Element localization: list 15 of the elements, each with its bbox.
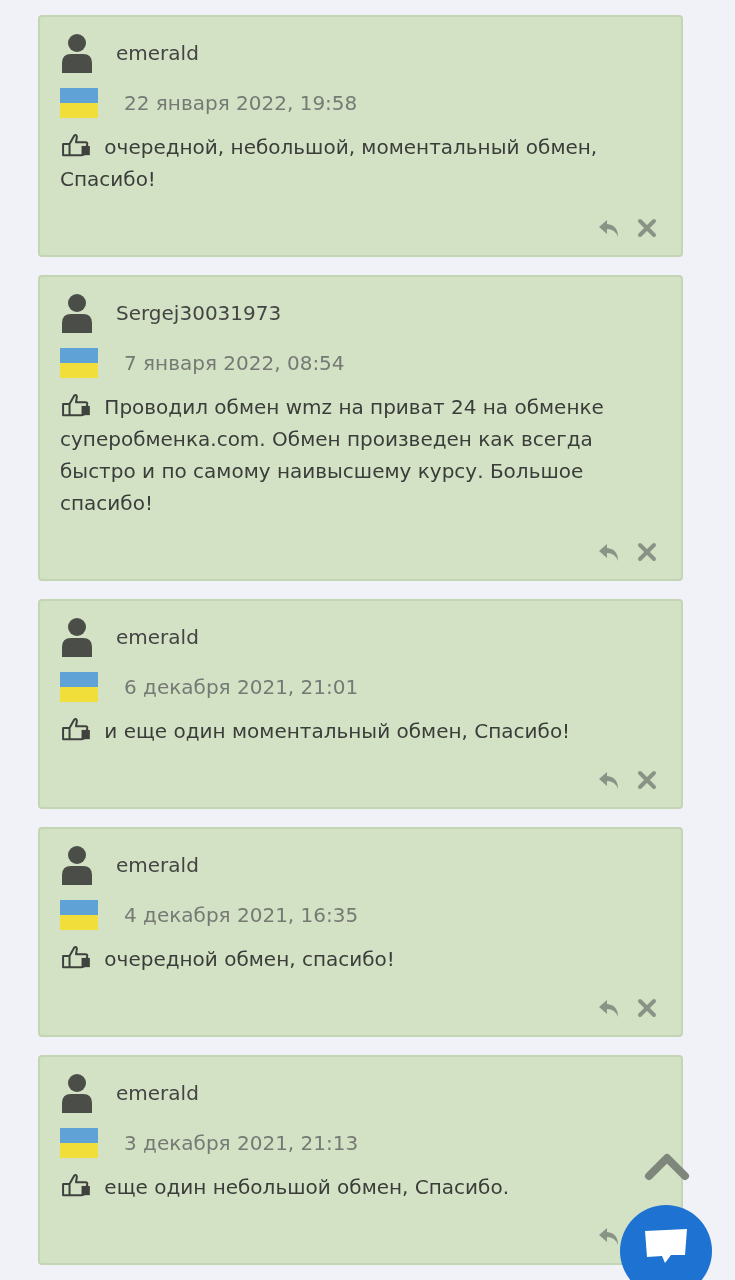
author-name: emerald: [116, 625, 199, 649]
review-date: 3 декабря 2021, 21:13: [124, 1131, 359, 1155]
author-name: Sergej30031973: [116, 301, 282, 325]
author-name: emerald: [116, 853, 199, 877]
review-text: еще один небольшой обмен, Спасибо.: [60, 1171, 659, 1203]
review-date: 6 декабря 2021, 21:01: [124, 675, 359, 699]
review-text: и еще один моментальный обмен, Спасибо!: [60, 715, 659, 747]
author-name: emerald: [116, 41, 199, 65]
review-text: очередной обмен, спасибо!: [60, 943, 659, 975]
author-name: emerald: [116, 1081, 199, 1105]
review-date: 7 января 2022, 08:54: [124, 351, 345, 375]
review-date: 4 декабря 2021, 16:35: [124, 903, 359, 927]
review-text: Проводил обмен wmz на приват 24 на обменке суперобменка.com. Обмен произведен как всегда быстро и по самому наивысшему курсу. Большое спасибо!: [60, 392, 605, 517]
review-text: очередной, небольшой, моментальный обмен, Спасибо!: [60, 132, 599, 193]
review-date: 22 января 2022, 19:58: [124, 91, 358, 115]
